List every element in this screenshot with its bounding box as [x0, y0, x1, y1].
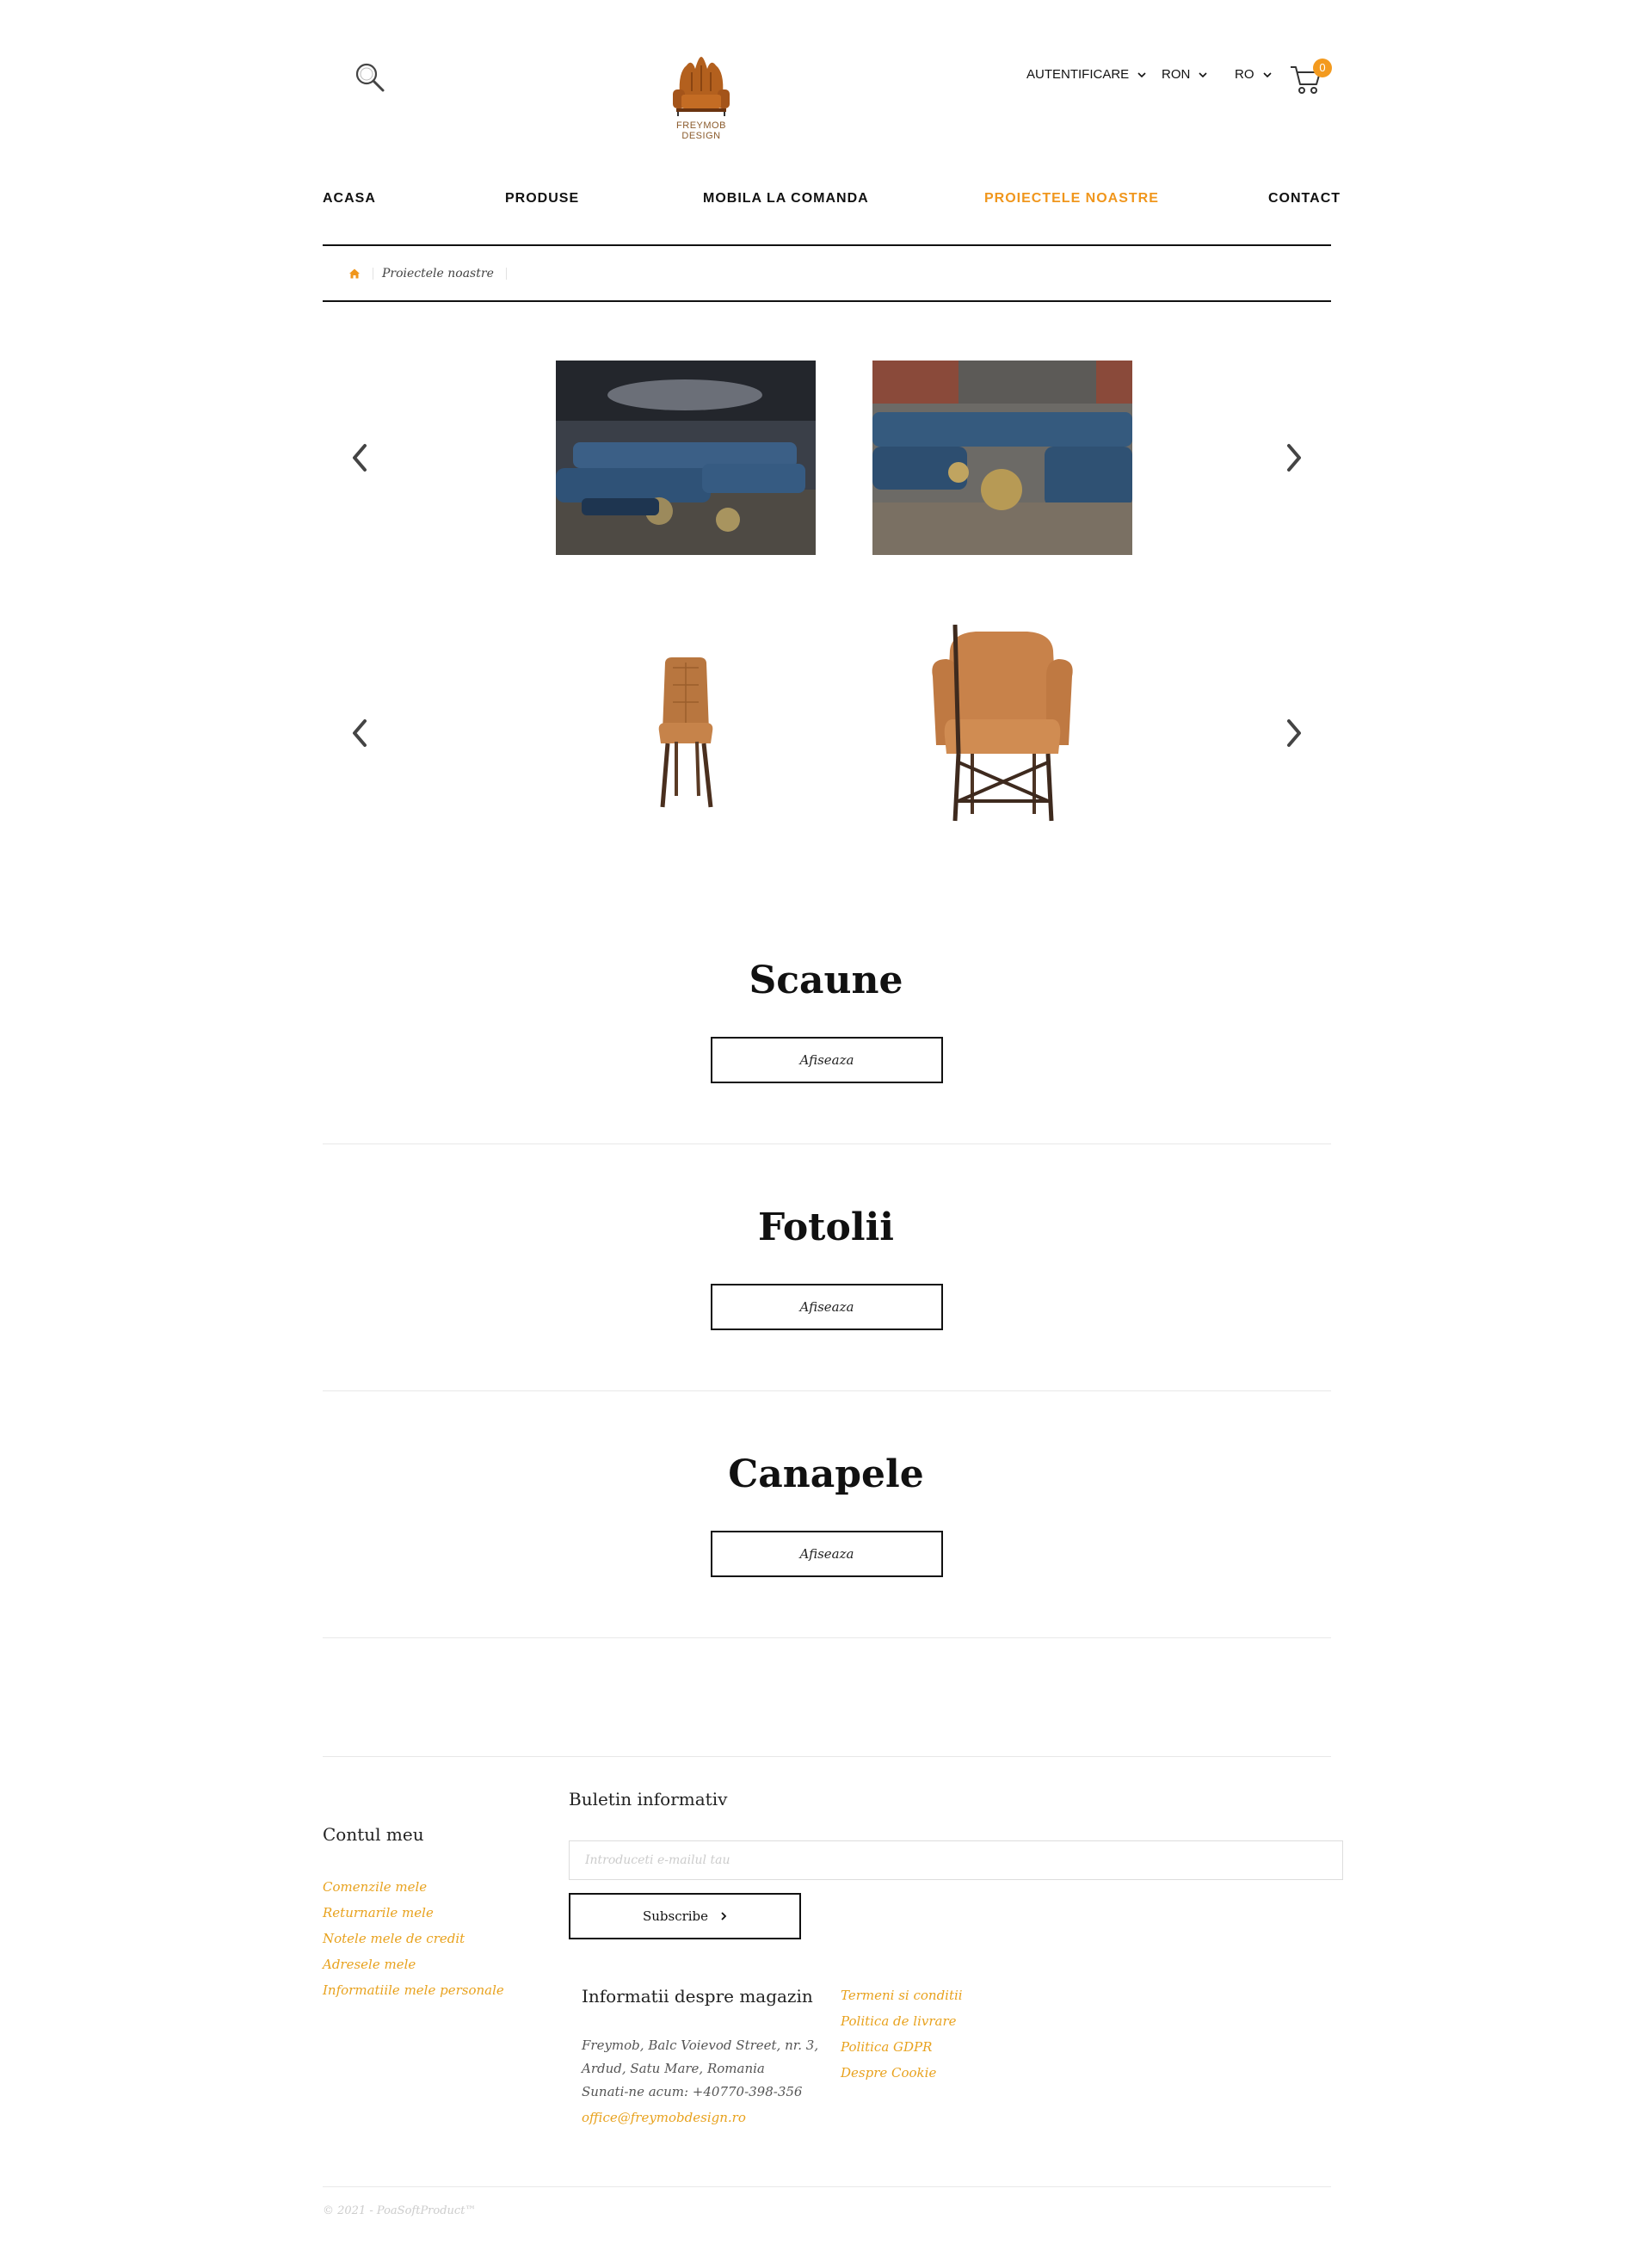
fotolii-show-button[interactable]: Afiseaza	[711, 1284, 943, 1330]
chevron-down-icon	[1137, 71, 1146, 77]
breadcrumb: Proiectele noastre	[323, 246, 1331, 301]
account-dropdown[interactable]: AUTENTIFICARE	[1026, 67, 1146, 82]
category-title-scaune: Scaune	[749, 959, 903, 1002]
scaune-show-button[interactable]: Afiseaza	[711, 1037, 943, 1083]
newsletter-email-input[interactable]	[569, 1840, 1343, 1880]
currency-label: RON	[1162, 67, 1191, 82]
subscribe-label: Subscribe	[642, 1908, 709, 1924]
cart-count-badge: 0	[1313, 59, 1332, 77]
nav-item-mobila-la-comanda[interactable]: MOBILA LA COMANDA	[703, 191, 869, 207]
nav-item-acasa[interactable]: ACASA	[323, 191, 376, 207]
search-icon[interactable]	[353, 60, 387, 95]
account-link-personal-info[interactable]: Informatiile mele personale	[323, 1982, 504, 1998]
legal-link-delivery[interactable]: Politica de livrare	[841, 2013, 957, 2029]
legal-link-gdpr[interactable]: Politica GDPR	[841, 2039, 932, 2055]
copyright-divider	[323, 2186, 1331, 2187]
chevron-right-icon[interactable]	[1280, 716, 1306, 750]
chevron-left-icon[interactable]	[348, 716, 373, 750]
chevron-right-icon	[721, 1912, 727, 1920]
store-address-line2: Ardud, Satu Mare, Romania	[582, 2061, 765, 2076]
legal-link-cookie[interactable]: Despre Cookie	[841, 2065, 936, 2081]
cart-button[interactable]: 0	[1289, 59, 1332, 96]
nav-item-produse[interactable]: PRODUSE	[505, 191, 579, 207]
language-label: RO	[1235, 67, 1254, 82]
footer-divider	[323, 1756, 1331, 1757]
chevron-right-icon[interactable]	[1280, 441, 1306, 475]
account-heading: Contul meu	[323, 1824, 424, 1845]
armchair-photo[interactable]	[872, 625, 1132, 831]
account-link-orders[interactable]: Comenzile mele	[323, 1879, 427, 1895]
home-icon[interactable]	[348, 268, 361, 280]
category-divider	[323, 1637, 1331, 1638]
category-divider	[323, 1390, 1331, 1391]
language-dropdown[interactable]: RO	[1235, 67, 1272, 82]
store-info-heading: Informatii despre magazin	[582, 1986, 813, 2007]
chevron-left-icon[interactable]	[348, 441, 373, 475]
logo-text-line1: FREYMOB	[676, 120, 726, 131]
copyright-text: © 2021 - PoaSoftProduct™	[323, 2204, 477, 2217]
category-title-fotolii: Fotolii	[758, 1205, 894, 1249]
chair-photo[interactable]	[556, 637, 816, 831]
breadcrumb-separator	[505, 268, 507, 280]
chevron-down-icon	[1262, 71, 1272, 77]
nav-item-contact[interactable]: CONTACT	[1268, 191, 1341, 207]
lounge-photo-1[interactable]	[556, 361, 816, 555]
brand-logo[interactable]: FREYMOB DESIGN	[663, 53, 740, 144]
breadcrumb-divider	[323, 300, 1331, 302]
account-label: AUTENTIFICARE	[1026, 67, 1130, 82]
logo-text-line2: DESIGN	[681, 131, 721, 141]
chevron-down-icon	[1199, 71, 1207, 77]
legal-link-terms[interactable]: Termeni si conditii	[841, 1988, 963, 2003]
newsletter-heading: Buletin informativ	[569, 1789, 728, 1809]
armchair-logo-icon	[673, 57, 730, 116]
account-link-returns[interactable]: Returnarile mele	[323, 1905, 434, 1920]
account-link-addresses[interactable]: Adresele mele	[323, 1957, 416, 1972]
store-phone: Sunati-ne acum: +40770-398-356	[582, 2084, 803, 2099]
store-email-link[interactable]: office@freymobdesign.ro	[582, 2110, 746, 2125]
currency-dropdown[interactable]: RON	[1162, 67, 1207, 82]
nav-item-proiectele-noastre[interactable]: PROIECTELE NOASTRE	[984, 191, 1159, 207]
subscribe-button[interactable]: Subscribe	[569, 1893, 801, 1939]
store-address-line1: Freymob, Balc Voievod Street, nr. 3,	[582, 2037, 819, 2053]
breadcrumb-current: Proiectele noastre	[382, 267, 494, 280]
account-link-credit-notes[interactable]: Notele mele de credit	[323, 1931, 465, 1946]
category-title-canapele: Canapele	[728, 1452, 924, 1496]
canapele-show-button[interactable]: Afiseaza	[711, 1531, 943, 1577]
lounge-photo-2[interactable]	[872, 361, 1132, 555]
